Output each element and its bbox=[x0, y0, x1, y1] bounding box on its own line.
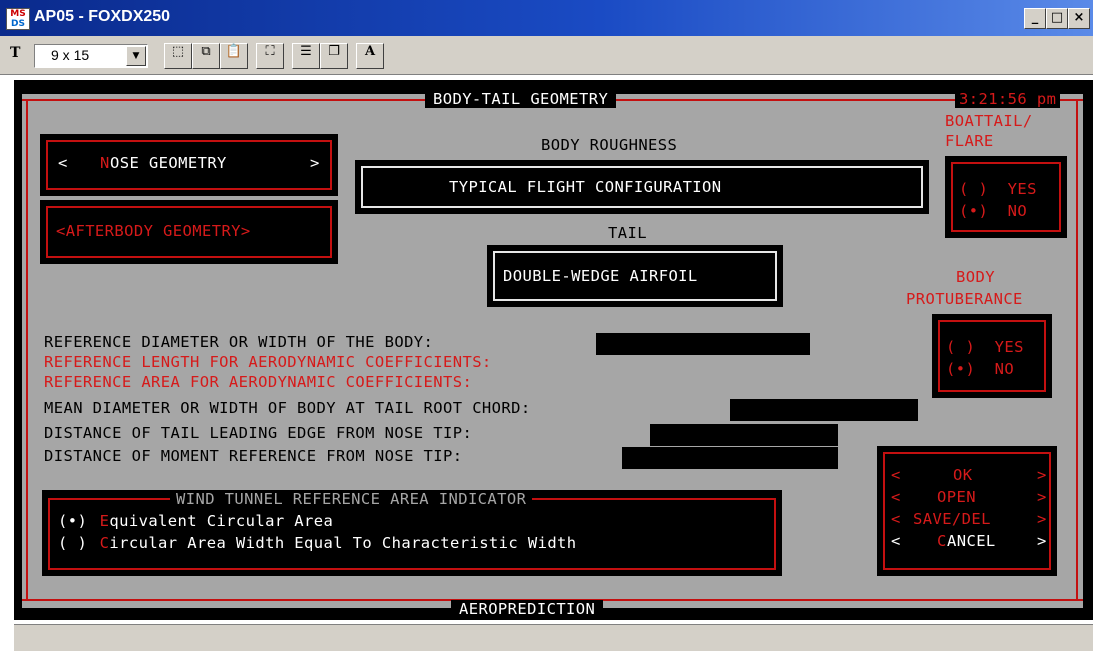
copy-icon[interactable]: ⧉ bbox=[192, 43, 220, 69]
roughness-select[interactable]: TYPICAL FLIGHT CONFIGURATION bbox=[361, 166, 923, 208]
cancel-lt: < bbox=[891, 532, 901, 550]
boattail-label-1: BOATTAIL/ bbox=[945, 112, 1033, 130]
clock: 3:21:56 pm bbox=[955, 90, 1061, 108]
boattail-no-radio[interactable]: (•) NO bbox=[959, 202, 1027, 220]
tail-select[interactable]: DOUBLE-WEDGE AIRFOIL bbox=[493, 251, 777, 301]
afterbody-geometry-button[interactable]: <AFTERBODY GEOMETRY> bbox=[46, 206, 332, 258]
ok-lt: < bbox=[891, 466, 901, 484]
roughness-label: BODY ROUGHNESS bbox=[541, 136, 678, 154]
protuberance-box: ( ) YES (•) NO bbox=[932, 314, 1052, 398]
save-label: SAVE/DEL bbox=[913, 510, 991, 528]
afterbody-box: <AFTERBODY GEOMETRY> bbox=[40, 200, 338, 264]
wind-tunnel-box: WIND TUNNEL REFERENCE AREA INDICATOR (•)… bbox=[42, 490, 782, 576]
fullscreen-icon[interactable]: ⛶ bbox=[256, 43, 284, 69]
option1-label: quivalent Circular Area bbox=[109, 512, 334, 530]
tail-box: DOUBLE-WEDGE AIRFOIL bbox=[487, 245, 783, 307]
nose-label: OSE GEOMETRY bbox=[110, 154, 227, 172]
moment-ref-label: DISTANCE OF MOMENT REFERENCE FROM NOSE T… bbox=[44, 447, 463, 465]
ref-diameter-input[interactable] bbox=[596, 333, 810, 355]
border-line bbox=[1076, 99, 1078, 601]
nose-gt: > bbox=[310, 154, 320, 172]
save-del-button[interactable]: < SAVE/DEL > bbox=[891, 510, 1049, 530]
properties-icon[interactable]: ☰ bbox=[292, 43, 320, 69]
actions-box: < OK > < OPEN > < SAVE/DEL > < C ANCEL > bbox=[877, 446, 1057, 576]
window-title: AP05 - FOXDX250 bbox=[34, 8, 171, 25]
font-size-select[interactable]: 9 x 15 ▼ bbox=[34, 44, 148, 68]
cancel-gt: > bbox=[1037, 532, 1047, 550]
window-titlebar[interactable]: MS DS AP05 - FOXDX250 _ □ × bbox=[0, 0, 1093, 36]
nose-hotkey: N bbox=[100, 154, 110, 172]
moment-ref-input[interactable] bbox=[622, 447, 838, 469]
open-button[interactable]: < OPEN > bbox=[891, 488, 1049, 508]
toolbar: T 9 x 15 ▼ ⬚ ⧉ 📋 ⛶ ☰ ❐ A bbox=[0, 36, 1093, 75]
boattail-box: ( ) YES (•) NO bbox=[945, 156, 1067, 238]
nose-geometry-button[interactable]: < N OSE GEOMETRY > bbox=[46, 140, 332, 190]
protuberance-label-2: PROTUBERANCE bbox=[906, 290, 1023, 308]
option1-radio[interactable]: (•) bbox=[58, 512, 87, 530]
ref-area-label: REFERENCE AREA FOR AERODYNAMIC COEFFICIE… bbox=[44, 373, 473, 391]
tail-label: TAIL bbox=[608, 224, 647, 242]
paste-icon[interactable]: 📋 bbox=[220, 43, 248, 69]
wind-tunnel-title: WIND TUNNEL REFERENCE AREA INDICATOR bbox=[170, 490, 533, 508]
boattail-radio-group: ( ) YES (•) NO bbox=[951, 162, 1061, 232]
minimize-button[interactable]: _ bbox=[1024, 8, 1046, 29]
font-button[interactable]: A bbox=[356, 43, 384, 69]
option2-hotkey: C bbox=[99, 534, 110, 552]
chevron-down-icon[interactable]: ▼ bbox=[126, 46, 146, 66]
open-gt: > bbox=[1037, 488, 1047, 506]
tail-le-distance-label: DISTANCE OF TAIL LEADING EDGE FROM NOSE … bbox=[44, 424, 473, 442]
app-icon[interactable]: MS DS bbox=[6, 8, 30, 30]
ref-diameter-label: REFERENCE DIAMETER OR WIDTH OF THE BODY: bbox=[44, 333, 434, 351]
app-icon-text-bottom: DS bbox=[11, 19, 25, 29]
tail-value: DOUBLE-WEDGE AIRFOIL bbox=[503, 267, 698, 285]
cancel-button[interactable]: < C ANCEL > bbox=[891, 532, 1049, 552]
protuberance-no-radio[interactable]: (•) NO bbox=[946, 360, 1014, 378]
open-label: OPEN bbox=[937, 488, 976, 506]
ref-length-label: REFERENCE LENGTH FOR AERODYNAMIC COEFFIC… bbox=[44, 353, 492, 371]
afterbody-label: <AFTERBODY GEOMETRY> bbox=[56, 222, 251, 240]
option2-label: ircular Area Width Equal To Characterist… bbox=[109, 534, 577, 552]
ok-label: OK bbox=[953, 466, 973, 484]
protuberance-label-1: BODY bbox=[956, 268, 995, 286]
nose-geometry-box: < N OSE GEOMETRY > bbox=[40, 134, 338, 196]
roughness-box: TYPICAL FLIGHT CONFIGURATION bbox=[355, 160, 929, 214]
cancel-hotkey: C bbox=[937, 532, 947, 550]
option1-hotkey: E bbox=[99, 512, 110, 530]
background-icon[interactable]: ❐ bbox=[320, 43, 348, 69]
close-button[interactable]: × bbox=[1068, 8, 1090, 29]
nose-lt: < bbox=[58, 154, 68, 172]
status-bar bbox=[14, 624, 1093, 651]
ok-button[interactable]: < OK > bbox=[891, 466, 1049, 486]
cancel-label: ANCEL bbox=[947, 532, 996, 550]
boattail-yes-radio[interactable]: ( ) YES bbox=[959, 180, 1037, 198]
protuberance-yes-radio[interactable]: ( ) YES bbox=[946, 338, 1024, 356]
option2-radio[interactable]: ( ) bbox=[58, 534, 87, 552]
maximize-button[interactable]: □ bbox=[1046, 8, 1068, 29]
save-lt: < bbox=[891, 510, 901, 528]
equivalent-circular-area-option[interactable]: (•) Equivalent Circular Area bbox=[58, 512, 333, 531]
mean-diameter-label: MEAN DIAMETER OR WIDTH OF BODY AT TAIL R… bbox=[44, 399, 531, 417]
screen-footer: AEROPREDICTION bbox=[451, 600, 604, 618]
open-lt: < bbox=[891, 488, 901, 506]
app-icon-text-top: MS bbox=[10, 9, 26, 19]
font-size-value: 9 x 15 bbox=[51, 47, 90, 63]
protuberance-radio-group: ( ) YES (•) NO bbox=[938, 320, 1046, 392]
mark-icon[interactable]: ⬚ bbox=[164, 43, 192, 69]
roughness-value: TYPICAL FLIGHT CONFIGURATION bbox=[449, 178, 722, 196]
mean-diameter-input[interactable] bbox=[730, 399, 918, 421]
boattail-label-2: FLARE bbox=[945, 132, 994, 150]
font-icon[interactable]: T bbox=[10, 45, 32, 65]
save-gt: > bbox=[1037, 510, 1047, 528]
circular-area-width-option[interactable]: ( ) Circular Area Width Equal To Charact… bbox=[58, 534, 577, 553]
ok-gt: > bbox=[1037, 466, 1047, 484]
border-line bbox=[26, 99, 28, 601]
tail-le-distance-input[interactable] bbox=[650, 424, 838, 446]
screen-title: BODY-TAIL GEOMETRY bbox=[425, 90, 617, 108]
